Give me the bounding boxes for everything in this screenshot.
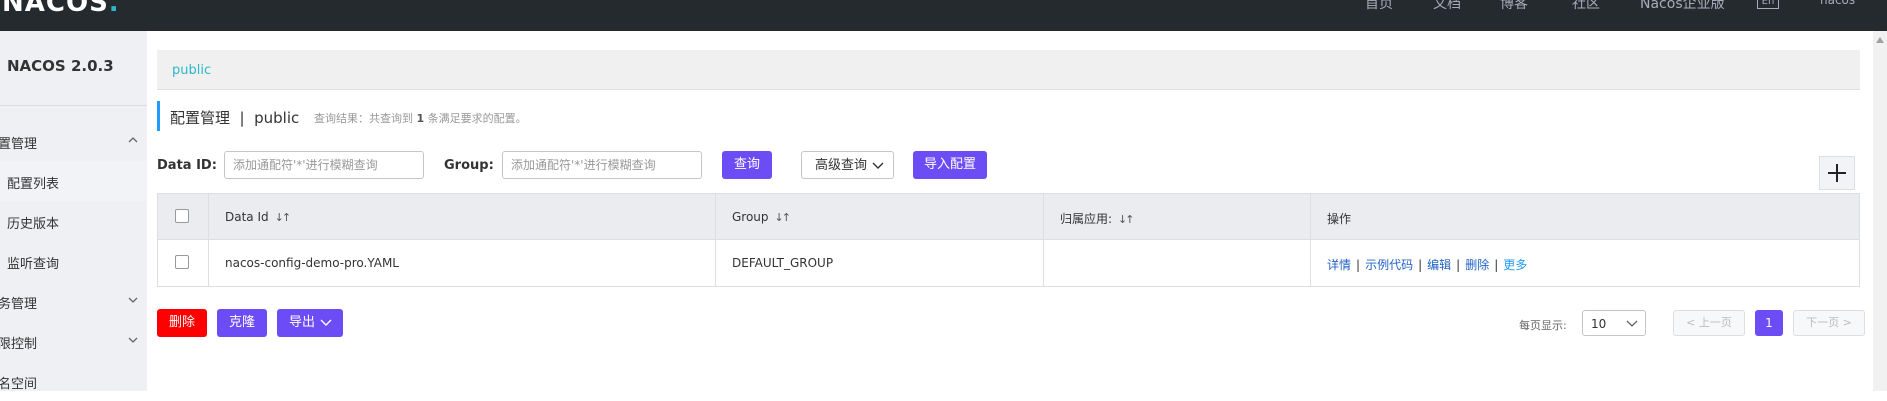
sort-icon[interactable]: ↓↑ [1118, 213, 1135, 226]
sidebar-title: NACOS 2.0.3 [7, 57, 114, 75]
page-size-value: 10 [1591, 317, 1607, 331]
page-title: 配置管理 | public [170, 109, 300, 127]
nav-enterprise[interactable]: Nacos企业版 [1640, 0, 1725, 13]
nav-community[interactable]: 社区 [1572, 0, 1600, 13]
group-cell: DEFAULT_GROUP [716, 240, 1044, 286]
data-id-cell: nacos-config-demo-pro.YAML [209, 240, 716, 286]
detail-link[interactable]: 详情 [1327, 258, 1351, 272]
prev-page-button[interactable]: < 上一页 [1673, 310, 1745, 336]
app-cell [1044, 240, 1311, 286]
table-header: Data Id ↓↑ Group ↓↑ 归属应用: ↓↑ 操作 [158, 194, 1859, 240]
header-cell[interactable]: Group ↓↑ [716, 194, 1044, 239]
chevron-down-icon [1626, 320, 1638, 327]
chevron-down-icon [320, 319, 332, 326]
chevron-left-icon: < [1686, 316, 1696, 329]
config-table: Data Id ↓↑ Group ↓↑ 归属应用: ↓↑ 操作 nacos-confi… [157, 193, 1860, 287]
sidebar-item-history[interactable]: 历史版本 [0, 201, 147, 241]
delete-link[interactable]: 删除 [1465, 258, 1489, 272]
sidebar-item-config-management[interactable]: 置管理 [0, 121, 147, 161]
query-result-text: 查询结果：共查询到 1 条满足要求的配置。 [314, 112, 527, 125]
header-cell[interactable]: 归属应用: ↓↑ [1044, 194, 1311, 239]
sidebar-item-label: 监听查询 [7, 257, 60, 272]
export-label: 导出 [289, 315, 316, 330]
query-button[interactable]: 查询 [722, 151, 772, 179]
header-cell: 操作 [1327, 212, 1352, 226]
header-select-cell [158, 194, 209, 239]
sidebar-item-service-management[interactable]: 务管理 [0, 281, 147, 321]
dataid-label: Data ID: [157, 158, 217, 173]
sidebar-divider [0, 105, 147, 106]
chevron-down-icon [128, 337, 138, 343]
sidebar-item-label: 配置列表 [7, 177, 60, 192]
row-select-cell [158, 240, 209, 286]
current-page-button[interactable]: 1 [1755, 310, 1783, 336]
export-button[interactable]: 导出 [277, 309, 343, 337]
language-switch[interactable]: En [1757, 0, 1779, 9]
sort-icon[interactable]: ↓↑ [275, 211, 292, 224]
sidebar-item-namespace[interactable]: 名空间 [0, 361, 147, 401]
group-label: Group: [444, 158, 494, 173]
nav-blog[interactable]: 博客 [1500, 0, 1528, 13]
scroll-up-arrow-icon[interactable] [1876, 37, 1884, 43]
bottom-bar: 删除 克隆 导出 每页显示: 10 < 上一页 1 下一页 > [157, 309, 1865, 339]
clone-button[interactable]: 克隆 [217, 309, 267, 337]
header-cell[interactable]: Data Id ↓↑ [209, 194, 716, 239]
batch-delete-button[interactable]: 删除 [157, 309, 207, 337]
chevron-down-icon [872, 162, 884, 169]
main-content: public 配置管理 | public 查询结果：共查询到 1 条满足要求的配… [147, 31, 1887, 391]
more-link[interactable]: 更多 [1503, 258, 1527, 272]
sidebar-item-listener-query[interactable]: 监听查询 [0, 241, 147, 281]
advanced-query-button[interactable]: 高级查询 [801, 151, 894, 179]
nav-docs[interactable]: 文档 [1433, 0, 1461, 13]
top-nav-bar: NACOS. 首页 文档 博客 社区 Nacos企业版 En nacos [0, 0, 1887, 31]
sidebar-item-label: 名空间 [0, 377, 38, 392]
sidebar-item-label: 限控制 [0, 337, 38, 352]
filter-bar: Data ID: Group: 查询 高级查询 导入配置 [157, 151, 1877, 181]
import-config-button[interactable]: 导入配置 [913, 151, 987, 179]
plus-icon [1828, 164, 1846, 182]
user-name[interactable]: nacos [1820, 0, 1855, 7]
sample-code-link[interactable]: 示例代码 [1365, 258, 1413, 272]
dataid-search-input[interactable] [224, 151, 424, 179]
select-all-checkbox[interactable] [175, 209, 189, 223]
advanced-query-label: 高级查询 [815, 158, 868, 173]
sidebar-item-access-control[interactable]: 限控制 [0, 321, 147, 361]
chevron-up-icon [128, 137, 138, 143]
sidebar: NACOS 2.0.3 置管理 配置列表 历史版本 监听查询 务管理 限控制 名… [0, 31, 147, 392]
namespace-bar: public [157, 50, 1860, 90]
sidebar-item-label: 置管理 [0, 137, 38, 152]
row-checkbox[interactable] [175, 255, 189, 269]
add-config-button[interactable] [1819, 156, 1855, 190]
next-page-button[interactable]: 下一页 > [1793, 310, 1865, 336]
table-row: nacos-config-demo-pro.YAML DEFAULT_GROUP… [158, 240, 1859, 286]
nacos-logo[interactable]: NACOS. [2, 0, 120, 18]
sidebar-item-config-list[interactable]: 配置列表 [0, 161, 147, 201]
chevron-down-icon [128, 297, 138, 303]
nav-home[interactable]: 首页 [1365, 0, 1393, 13]
page-size-select[interactable]: 10 [1582, 310, 1646, 336]
namespace-tab-public[interactable]: public [172, 63, 211, 78]
page-header: 配置管理 | public 查询结果：共查询到 1 条满足要求的配置。 [157, 101, 757, 131]
vertical-scrollbar[interactable] [1873, 31, 1887, 391]
sidebar-item-label: 历史版本 [7, 217, 60, 232]
sort-icon[interactable]: ↓↑ [775, 211, 792, 224]
group-search-input[interactable] [502, 151, 702, 179]
actions-cell: 详情 | 示例代码 | 编辑 | 删除 | 更多 [1327, 258, 1528, 272]
edit-link[interactable]: 编辑 [1427, 258, 1451, 272]
page-size-label: 每页显示: [1519, 319, 1567, 332]
chevron-right-icon: > [1842, 316, 1852, 329]
sidebar-item-label: 务管理 [0, 297, 38, 312]
